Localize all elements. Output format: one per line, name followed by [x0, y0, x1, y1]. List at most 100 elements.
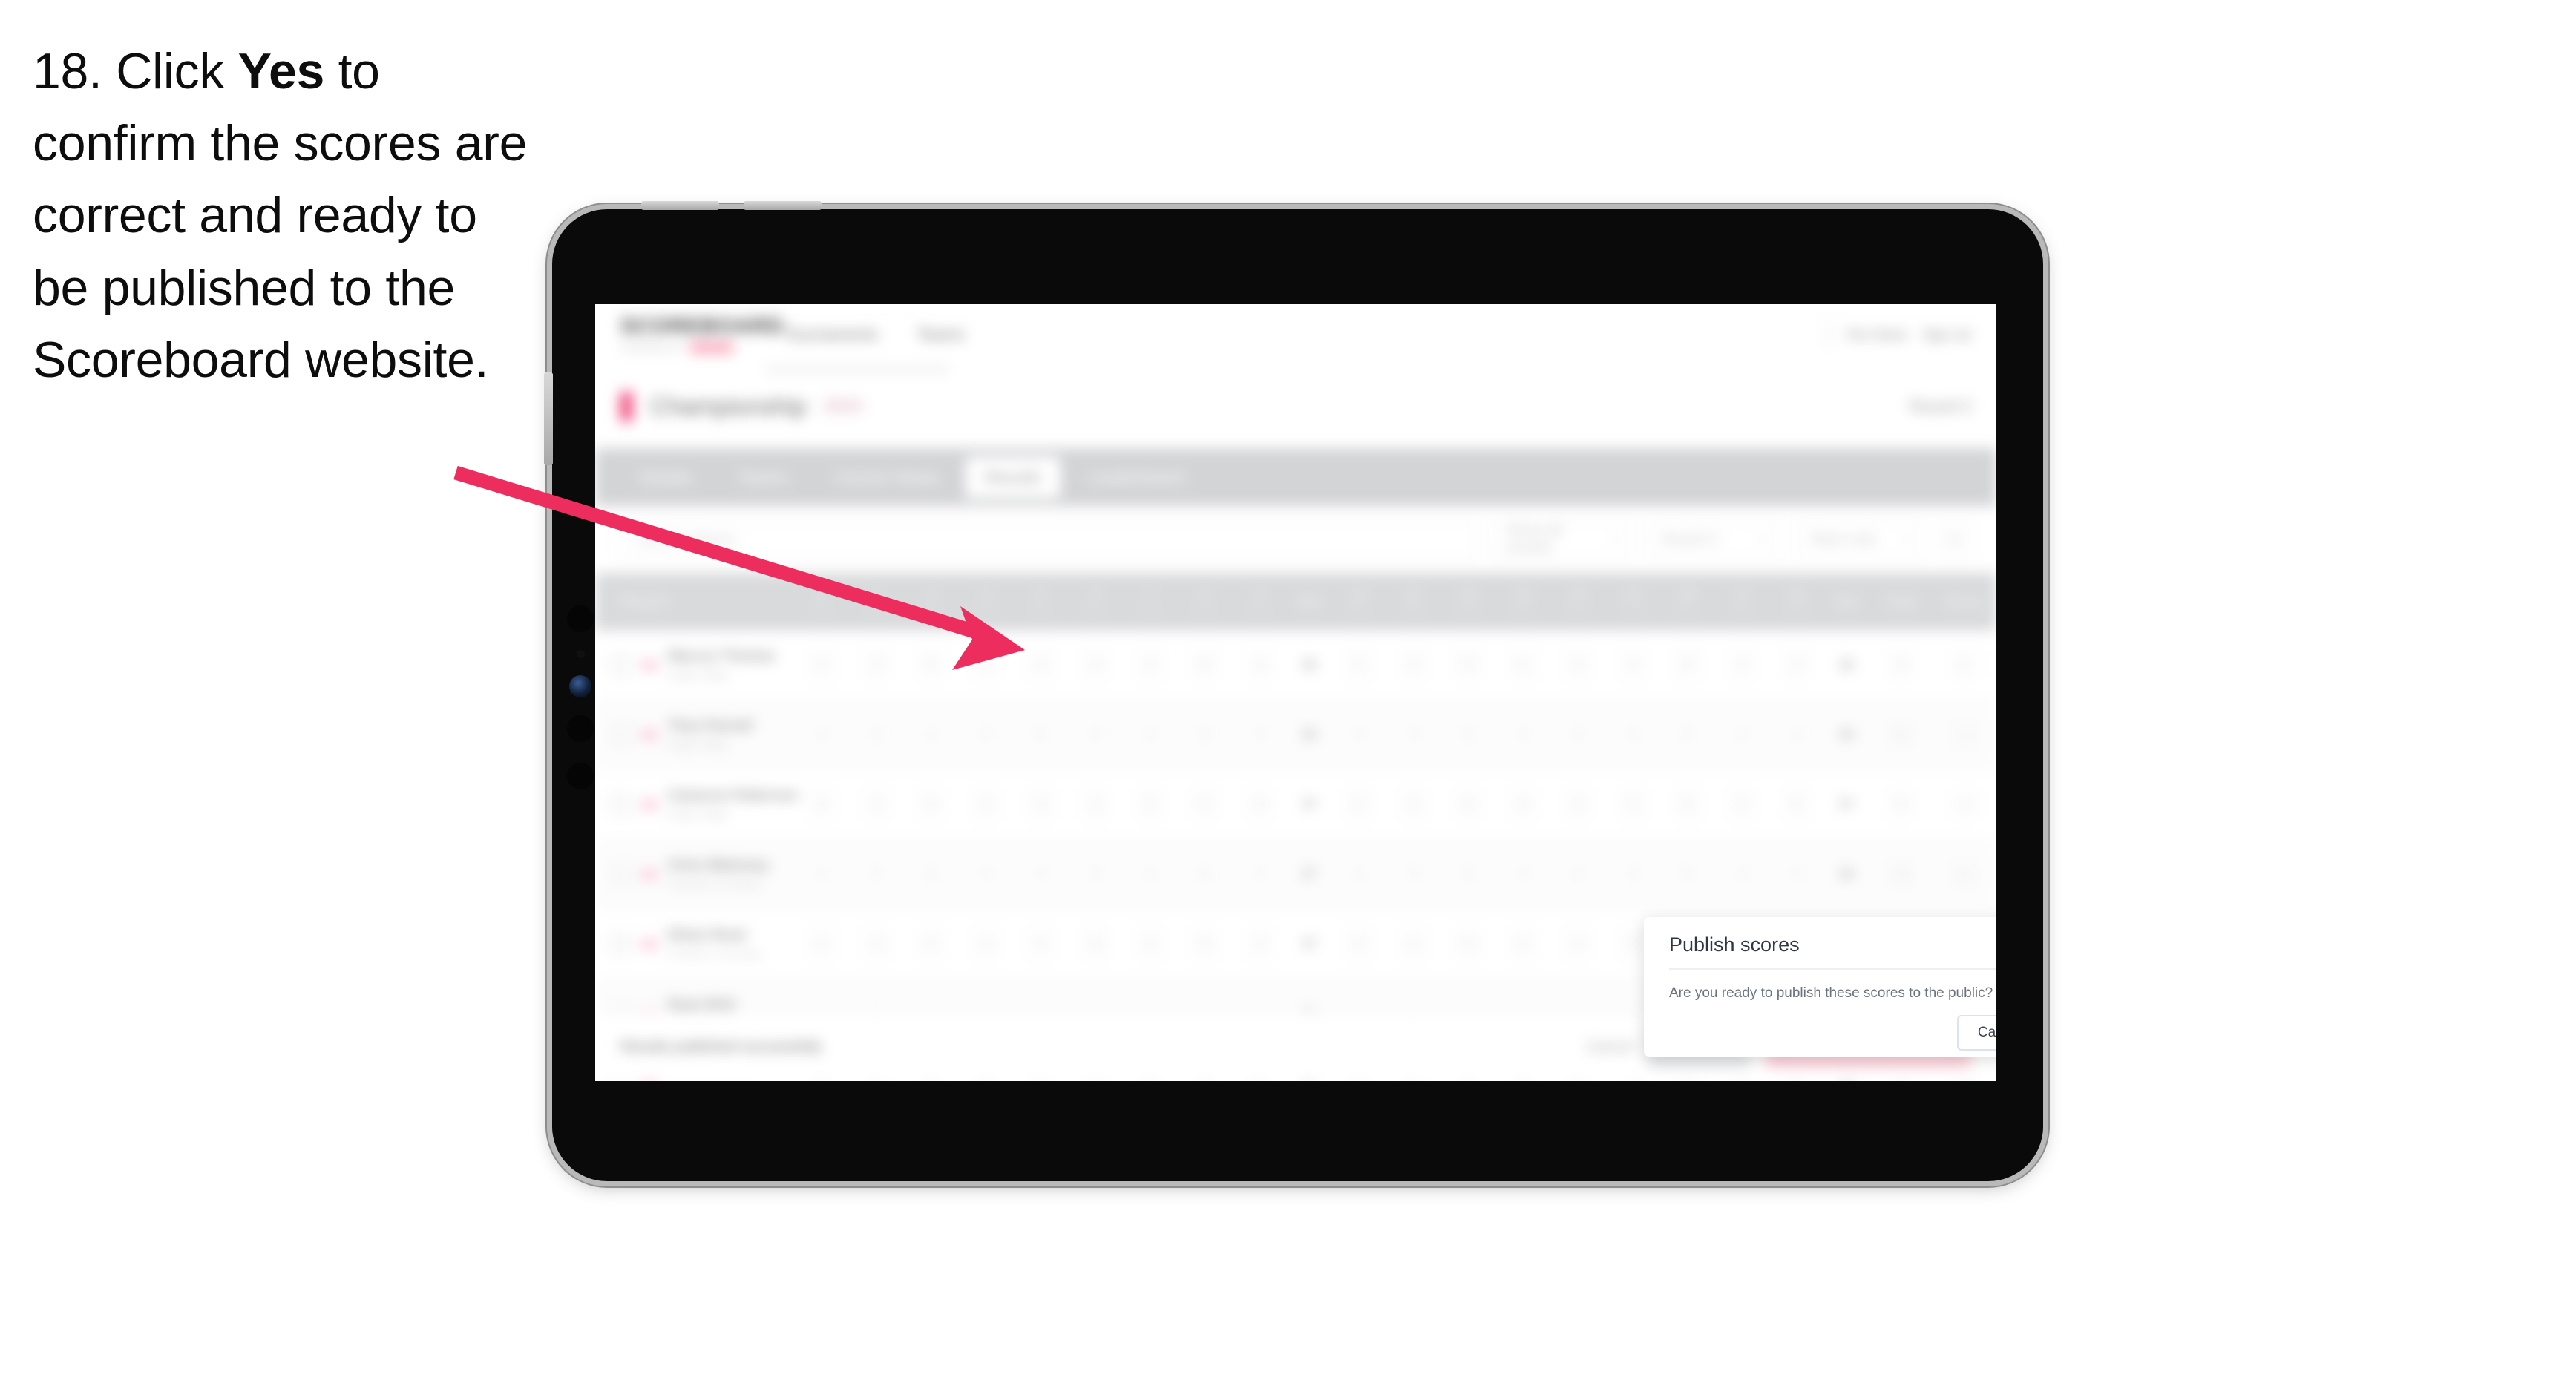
- score-input[interactable]: 4: [1346, 859, 1371, 889]
- table-row[interactable]: Marcus Thomas Eagle Ridge 4 3 5 4 4 3 4 5 4 36 4 3 5 4 4…: [595, 631, 1996, 700]
- table-row[interactable]: Chris Mahoney Southern Crossing 4 3 5 4 4 3 4 6 4 3…: [595, 840, 1996, 910]
- score-input[interactable]: 5: [1192, 929, 1218, 959]
- score-input[interactable]: 4: [1137, 650, 1163, 680]
- score-input[interactable]: 6: [1192, 859, 1218, 889]
- score-cell[interactable]: 5: [904, 929, 959, 959]
- score-input[interactable]: 4: [918, 720, 944, 749]
- score-cell[interactable]: 4: [1232, 859, 1287, 889]
- score-input[interactable]: 5: [1455, 650, 1481, 680]
- score-input[interactable]: 4: [1346, 720, 1371, 749]
- score-cell[interactable]: 3: [1386, 789, 1441, 819]
- score-cell[interactable]: 4: [1386, 929, 1441, 959]
- score-input[interactable]: 3: [1082, 720, 1108, 749]
- filter-icon[interactable]: ☰: [1937, 521, 1971, 558]
- score-cell[interactable]: 4: [958, 859, 1013, 889]
- cancel-button[interactable]: Cancel: [1587, 1039, 1633, 1056]
- score-input[interactable]: 4: [973, 650, 999, 680]
- score-cell[interactable]: 5: [1441, 789, 1496, 819]
- score-input[interactable]: 3: [1619, 650, 1645, 680]
- user-name-label[interactable]: Tom Davis: [1845, 327, 1907, 343]
- nav-item-tournaments[interactable]: Tournaments: [784, 325, 878, 344]
- score-input[interactable]: 4: [1510, 859, 1536, 889]
- score-input[interactable]: 5: [918, 789, 944, 819]
- score-cell[interactable]: 3: [1550, 720, 1605, 749]
- score-input[interactable]: 4: [808, 859, 834, 889]
- row-checkbox[interactable]: [610, 864, 631, 884]
- score-input[interactable]: 5: [918, 929, 944, 959]
- score-cell[interactable]: 4: [1331, 789, 1386, 819]
- score-cell[interactable]: 4: [794, 859, 849, 889]
- score-cell[interactable]: 4: [794, 650, 849, 680]
- score-input[interactable]: 4: [1565, 789, 1591, 819]
- score-input[interactable]: 4: [973, 789, 999, 819]
- score-cell[interactable]: 5: [1769, 789, 1824, 819]
- score-input[interactable]: 3: [863, 650, 889, 680]
- score-cell[interactable]: 4: [1715, 650, 1770, 680]
- score-input[interactable]: 4: [1137, 929, 1163, 959]
- row-checkbox[interactable]: [610, 933, 631, 954]
- select-round[interactable]: Round 3 ▾: [1647, 519, 1780, 559]
- score-cell[interactable]: 4: [1232, 789, 1287, 819]
- score-input[interactable]: 4: [1510, 929, 1536, 959]
- score-input[interactable]: 4: [808, 650, 834, 680]
- score-cell[interactable]: 3: [1068, 929, 1123, 959]
- score-cell[interactable]: 4: [958, 929, 1013, 959]
- score-cell[interactable]: 4: [1123, 720, 1178, 749]
- score-input[interactable]: 5: [1028, 720, 1054, 749]
- score-cell[interactable]: 4: [1232, 720, 1287, 749]
- score-cell[interactable]: 5: [1660, 720, 1715, 749]
- score-cell[interactable]: 3: [849, 789, 904, 819]
- score-cell[interactable]: 5: [904, 789, 959, 819]
- score-cell[interactable]: 4: [958, 720, 1013, 749]
- score-cell[interactable]: 3: [1068, 720, 1123, 749]
- score-cell[interactable]: 4: [1769, 859, 1824, 889]
- score-cell[interactable]: 5: [904, 650, 959, 680]
- score-cell[interactable]: 5: [1177, 929, 1232, 959]
- score-cell[interactable]: 4: [1013, 650, 1068, 680]
- score-cell[interactable]: 3: [1068, 859, 1123, 889]
- select-rounds[interactable]: Show all rounds ▾: [1491, 519, 1633, 559]
- score-input[interactable]: 5: [1674, 789, 1700, 819]
- score-cell[interactable]: 5: [1660, 789, 1715, 819]
- score-cell[interactable]: 4: [958, 789, 1013, 819]
- score-cell[interactable]: 4: [1068, 789, 1123, 819]
- score-cell[interactable]: 4: [1550, 929, 1605, 959]
- score-cell[interactable]: 5: [1177, 720, 1232, 749]
- power-button[interactable]: [641, 201, 719, 210]
- score-input[interactable]: 4: [1510, 650, 1536, 680]
- score-cell[interactable]: 5: [1441, 720, 1496, 749]
- score-input[interactable]: 4: [1247, 720, 1273, 749]
- dialog-cancel-button[interactable]: Cancel: [1956, 1015, 1996, 1051]
- score-input[interactable]: 4: [1247, 789, 1273, 819]
- score-input[interactable]: 4: [973, 720, 999, 749]
- score-input[interactable]: 5: [1674, 720, 1700, 749]
- volume-up-button[interactable]: [744, 201, 822, 210]
- score-input[interactable]: 3: [1619, 929, 1645, 959]
- sign-out-link[interactable]: Sign out: [1922, 327, 1971, 343]
- score-cell[interactable]: 4: [1232, 650, 1287, 680]
- score-input[interactable]: 4: [1247, 859, 1273, 889]
- score-input[interactable]: 4: [1346, 929, 1371, 959]
- score-cell[interactable]: 3: [1605, 650, 1660, 680]
- score-input[interactable]: 4: [1137, 789, 1163, 819]
- score-cell[interactable]: 4: [1495, 650, 1550, 680]
- score-input[interactable]: 4: [1565, 929, 1591, 959]
- score-input[interactable]: 3: [1619, 789, 1645, 819]
- row-checkbox[interactable]: [610, 794, 631, 815]
- score-input[interactable]: 5: [1784, 789, 1810, 819]
- score-cell[interactable]: 5: [1177, 650, 1232, 680]
- score-cell[interactable]: 5: [1177, 789, 1232, 819]
- score-input[interactable]: 4: [1028, 789, 1054, 819]
- tab-course-setup[interactable]: Course Setup: [815, 457, 958, 498]
- score-input[interactable]: 3: [863, 720, 889, 749]
- score-input[interactable]: 4: [1784, 859, 1810, 889]
- score-cell[interactable]: 3: [1386, 720, 1441, 749]
- score-cell[interactable]: 3: [1605, 789, 1660, 819]
- score-cell[interactable]: 4: [1715, 789, 1770, 819]
- score-cell[interactable]: 3: [849, 859, 904, 889]
- score-input[interactable]: 5: [1455, 859, 1481, 889]
- score-cell[interactable]: 4: [1495, 720, 1550, 749]
- score-cell[interactable]: 3: [849, 650, 904, 680]
- row-checkbox[interactable]: [610, 654, 631, 675]
- score-cell[interactable]: 4: [1331, 720, 1386, 749]
